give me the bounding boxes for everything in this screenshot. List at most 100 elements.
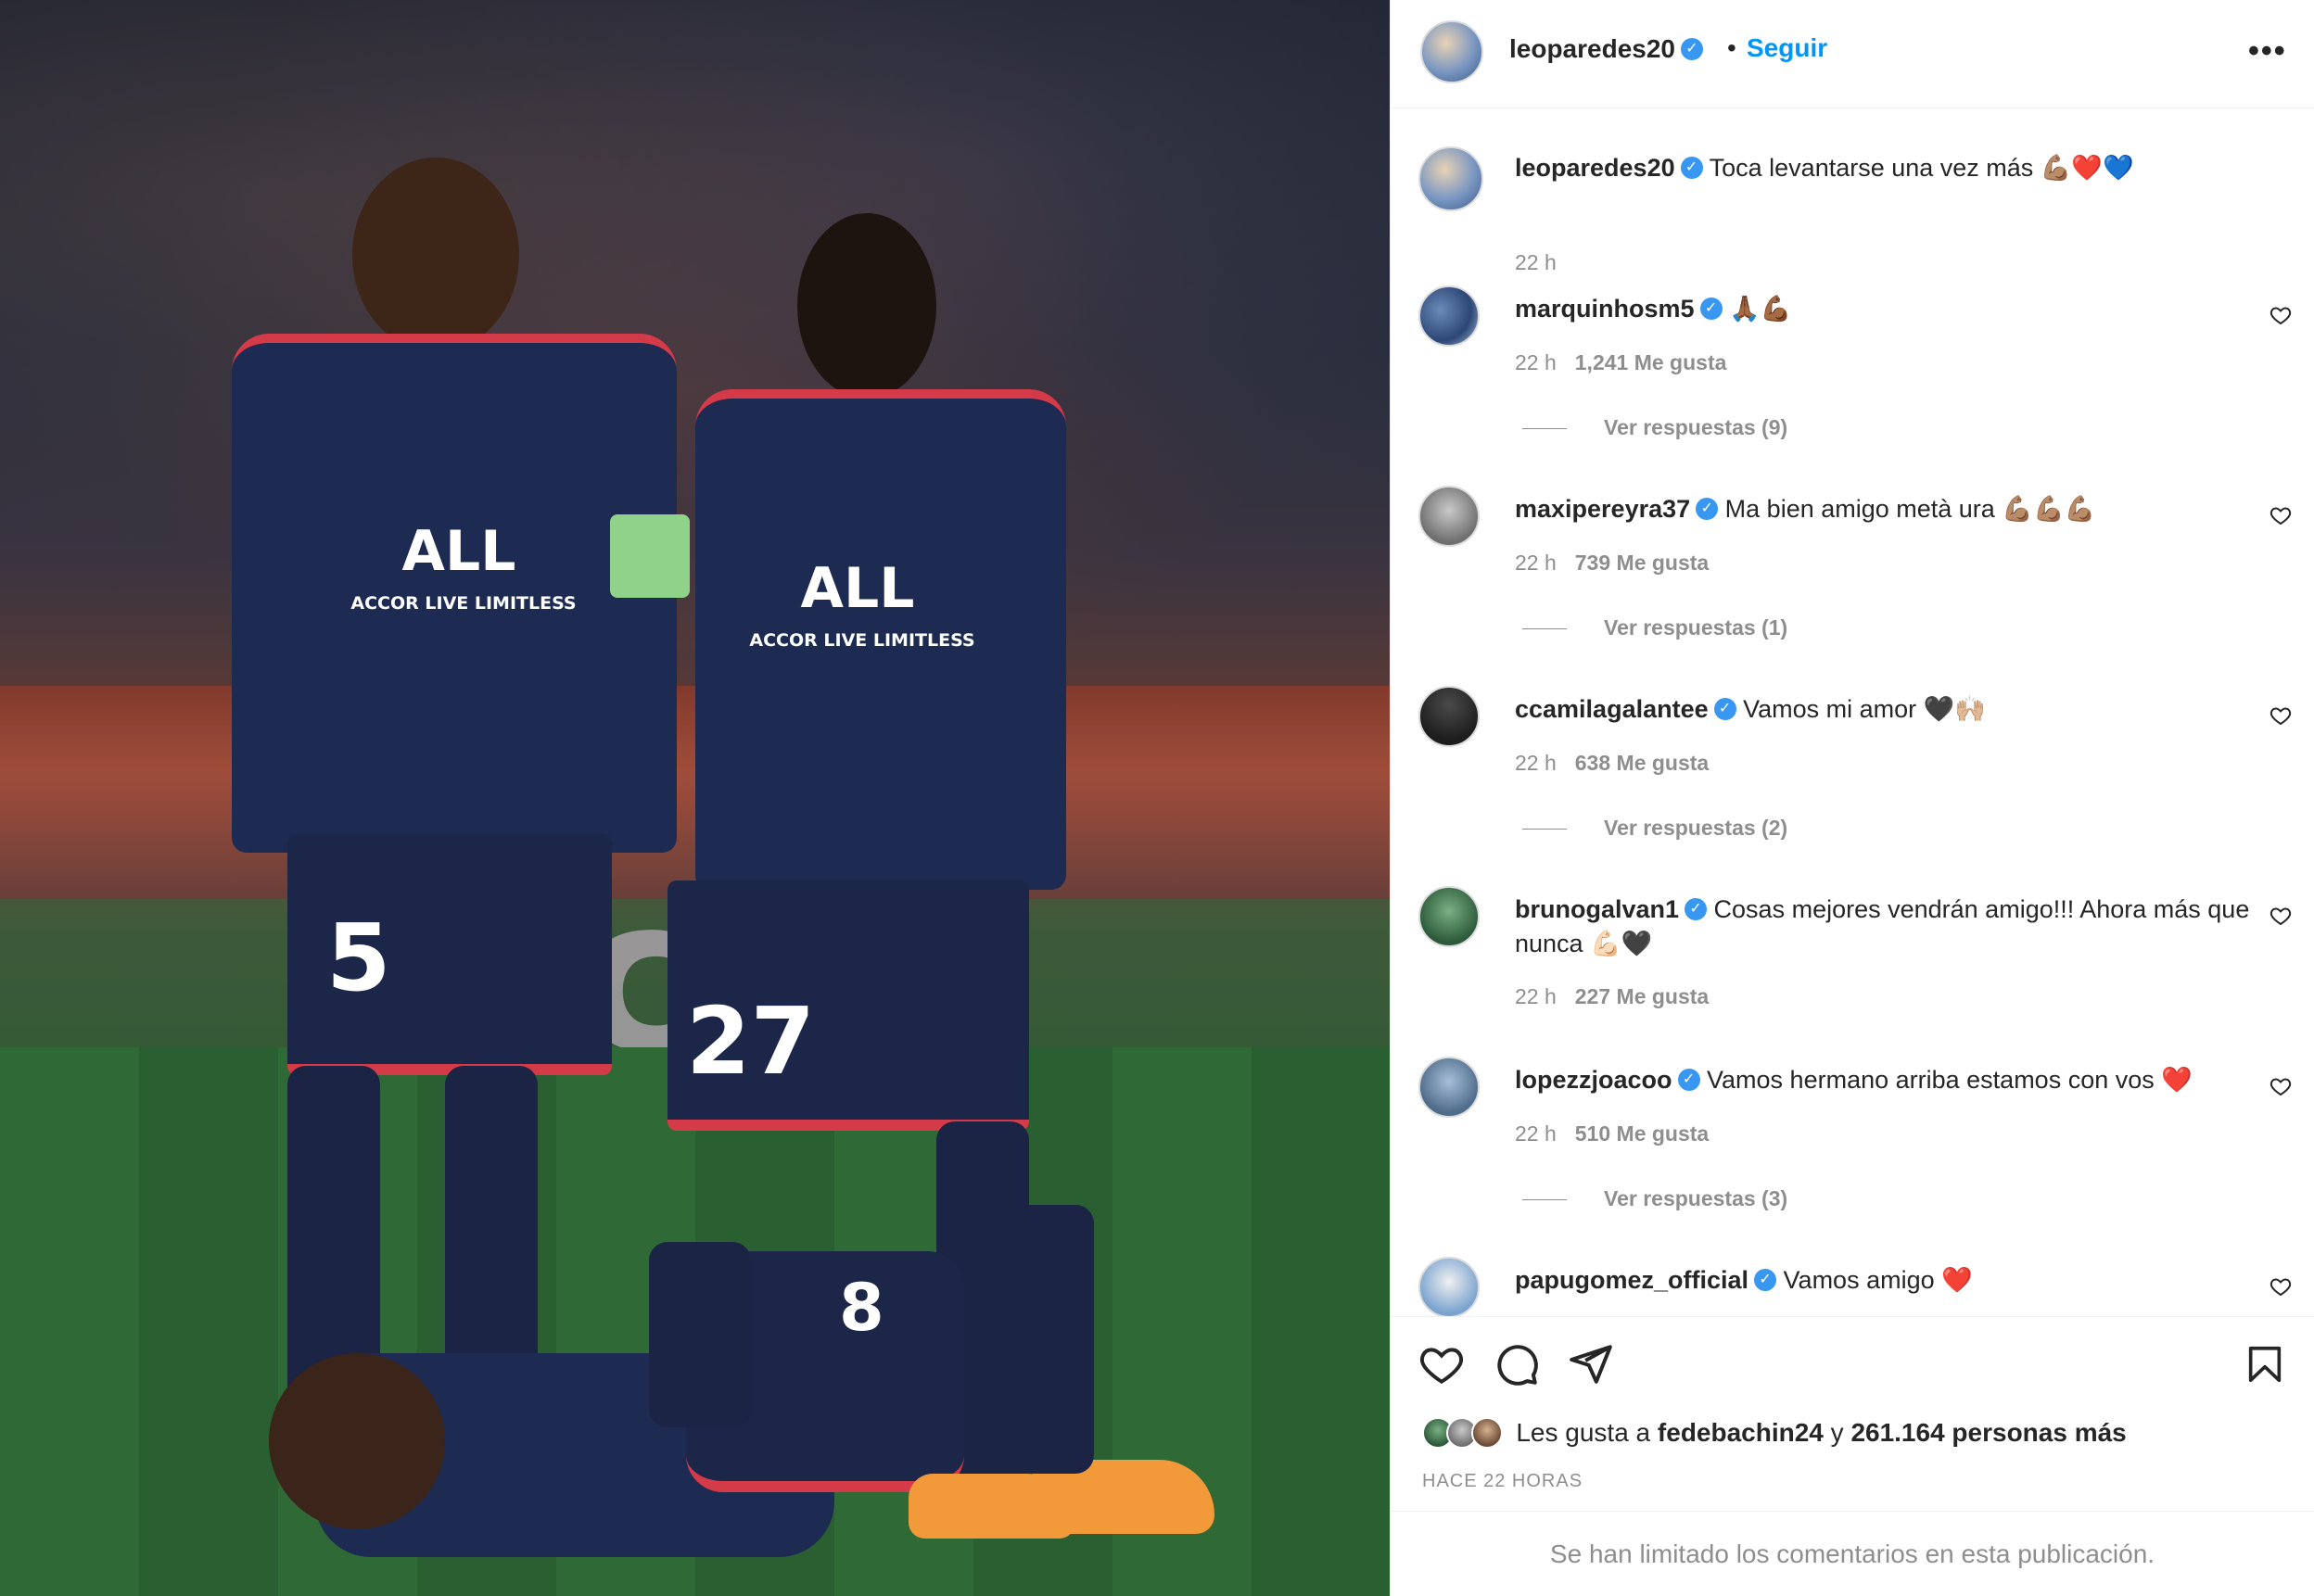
comment-text: lopezzjoacoo ✓ Vamos hermano arriba estam… [1515,1063,2257,1097]
comments-limited-notice: Se han limitado los comentarios en esta … [1391,1511,2314,1596]
comment-body: Vamos mi amor 🖤🙌🏼 [1743,695,1986,723]
likes-text: Les gusta a fedebachin24 y 261.164 perso… [1516,1418,2126,1448]
author-username-text[interactable]: leoparedes20 [1509,34,1675,63]
author-avatar[interactable] [1420,20,1483,83]
post-header: leoparedes20 ✓ • Seguir ••• [1391,0,2314,108]
share-icon[interactable] [1568,1341,1614,1387]
comment-text: maxipereyra37 ✓ Ma bien amigo metà ura 💪🏽… [1515,492,2257,526]
comment-username[interactable]: maxipereyra37 [1515,495,1690,523]
post-actions: Les gusta a fedebachin24 y 261.164 perso… [1391,1316,2314,1511]
view-replies-button[interactable]: Ver respuestas (2) [1522,816,1787,841]
comment-time: 22 h [1515,984,1557,1008]
comment-meta: 22 h 1,241 Me gusta [1515,350,1726,375]
player-8-head [269,1353,445,1529]
player-27-number: 27 [686,987,816,1096]
view-replies-label[interactable]: Ver respuestas (2) [1604,816,1787,840]
comment-avatar[interactable] [1418,886,1480,947]
verified-icon: ✓ [1696,497,1719,520]
view-replies-label[interactable]: Ver respuestas (1) [1604,615,1787,640]
caption-username[interactable]: leoparedes20 [1515,154,1675,182]
comment-icon[interactable] [1494,1341,1540,1387]
comment-heart-icon[interactable] [2270,905,2292,927]
comment-avatar[interactable] [1418,686,1480,747]
separator-dot: • [1727,33,1736,62]
post-photo[interactable]: can ALL ACCOR LIVE LIMITLESS 5 ALL ACCOR… [0,0,1390,1596]
comments-list[interactable]: leoparedes20 ✓ Toca levantarse una vez má… [1391,109,2314,1316]
comment-username[interactable]: papugomez_official [1515,1266,1748,1294]
replies-line [1522,628,1567,630]
player-5-head [352,158,519,352]
post-timestamp[interactable]: HACE 22 HORAS [1422,1471,1583,1492]
comment-meta: 22 h 638 Me gusta [1515,751,1709,776]
comment-time: 22 h [1515,1121,1557,1146]
comment-username[interactable]: marquinhosm5 [1515,295,1695,323]
comment-avatar[interactable] [1418,285,1480,347]
likes-prefix: Les gusta a [1516,1418,1651,1447]
comment-likes[interactable]: 227 Me gusta [1575,984,1709,1008]
comment-avatar[interactable] [1418,486,1480,547]
comment-avatar[interactable] [1418,1257,1480,1316]
comment-meta: 22 h 510 Me gusta [1515,1121,1709,1146]
replies-line [1522,428,1567,430]
jersey-sponsor-logo: ALL [401,519,516,584]
comment-meta: 22 h 227 Me gusta [1515,984,1709,1009]
captain-armband [610,514,690,598]
comment-heart-icon[interactable] [2270,1275,2292,1298]
likes-count[interactable]: 261.164 personas más [1850,1418,2126,1447]
likes-join: y [1830,1418,1844,1447]
comment-body: Vamos hermano arriba estamos con vos ❤️ [1707,1066,2193,1094]
comment-text: marquinhosm5 ✓ 🙏🏾💪🏾 [1515,292,2257,326]
liked-by-username[interactable]: fedebachin24 [1658,1418,1824,1447]
comment-username[interactable]: brunogalvan1 [1515,895,1679,923]
player-8-number: 8 [839,1270,884,1346]
verified-icon: ✓ [1754,1268,1777,1291]
comment-heart-icon[interactable] [2270,504,2292,526]
follow-button[interactable]: Seguir [1747,33,1827,63]
comment-time: 22 h [1515,551,1557,575]
comment-text: ccamilagalantee ✓ Vamos mi amor 🖤🙌🏼 [1515,692,2257,727]
comment-heart-icon[interactable] [2270,704,2292,727]
comment-username[interactable]: lopezzjoacoo [1515,1066,1672,1094]
view-replies-button[interactable]: Ver respuestas (3) [1522,1186,1787,1211]
view-replies-button[interactable]: Ver respuestas (9) [1522,415,1787,440]
comment-heart-icon[interactable] [2270,1075,2292,1097]
jersey-sponsor-logo: ALL [800,556,915,621]
player-8-leg-left [649,1242,751,1427]
caption-body: Toca levantarse una vez más 💪🏽❤️💙 [1709,154,2134,182]
view-replies-button[interactable]: Ver respuestas (1) [1522,615,1787,640]
view-replies-label[interactable]: Ver respuestas (3) [1604,1186,1787,1210]
comment-heart-icon[interactable] [2270,304,2292,326]
comment-likes[interactable]: 510 Me gusta [1575,1121,1709,1146]
jersey-sponsor-text: ACCOR LIVE LIMITLESS [749,630,975,651]
caption-time: 22 h [1515,250,1557,274]
verified-icon: ✓ [1677,1068,1700,1091]
verified-icon: ✓ [1713,697,1736,720]
comment-time: 22 h [1515,751,1557,775]
player-27-head [797,213,936,399]
comment-username[interactable]: ccamilagalantee [1515,695,1709,723]
jersey-sponsor-text: ACCOR LIVE LIMITLESS [350,593,577,614]
heart-icon[interactable] [1418,1341,1465,1387]
post-sidebar: leoparedes20 ✓ • Seguir ••• leoparedes20 ✓… [1390,0,2314,1596]
comment-likes[interactable]: 739 Me gusta [1575,551,1709,575]
comment-likes[interactable]: 638 Me gusta [1575,751,1709,775]
comment-body: Vamos amigo ❤️ [1783,1266,1973,1294]
comment-avatar[interactable] [1418,1057,1480,1118]
comment-time: 22 h [1515,350,1557,374]
view-replies-label[interactable]: Ver respuestas (9) [1604,415,1787,439]
replies-line [1522,829,1567,830]
comment-text: papugomez_official ✓ Vamos amigo ❤️ [1515,1263,2257,1298]
liker-avatar [1470,1417,1503,1449]
player-8-boot [909,1474,1075,1539]
author-username[interactable]: leoparedes20 ✓ [1509,34,1703,64]
verified-icon: ✓ [1681,37,1703,60]
player-8-leg-right [992,1205,1094,1474]
likes-summary[interactable]: Les gusta a fedebachin24 y 261.164 perso… [1422,1417,2127,1454]
more-icon[interactable]: ••• [2248,33,2287,70]
comment-likes[interactable]: 1,241 Me gusta [1575,350,1727,374]
bookmark-icon[interactable] [2244,1341,2286,1387]
comment-body: Ma bien amigo metà ura 💪🏽💪🏽💪🏽 [1724,495,2096,523]
verified-icon: ✓ [1685,897,1708,920]
caption-avatar[interactable] [1418,146,1483,211]
caption-text: leoparedes20 ✓ Toca levantarse una vez má… [1515,151,2257,185]
